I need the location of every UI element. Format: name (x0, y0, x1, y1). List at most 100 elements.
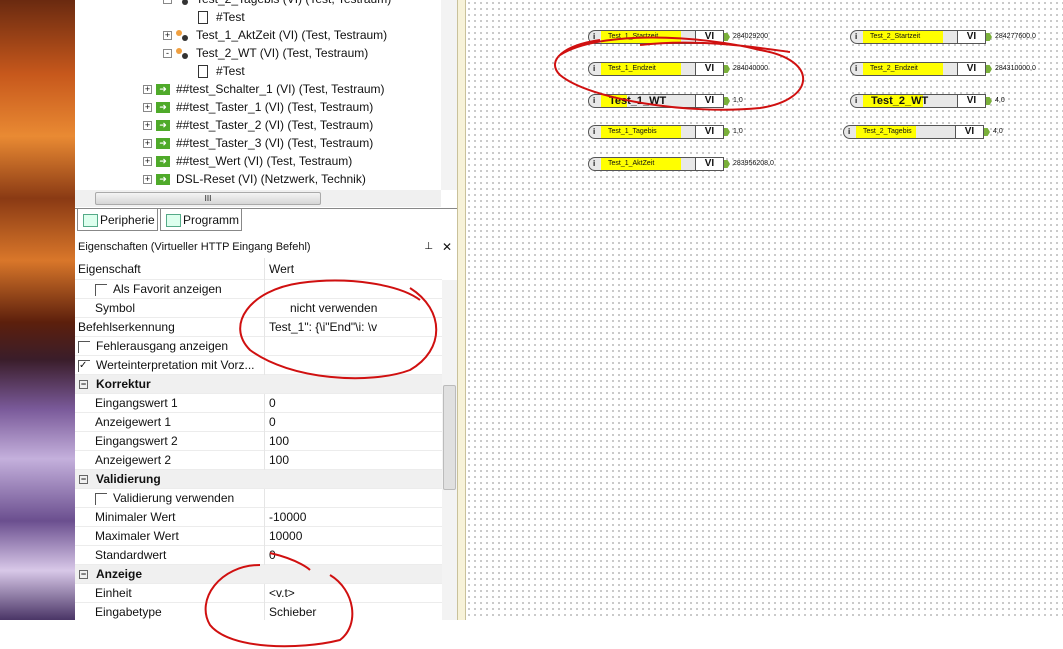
checkbox[interactable] (95, 492, 107, 505)
widget-body[interactable]: i Test_2_Startzeit VI (850, 30, 986, 44)
output-port-icon[interactable] (724, 65, 730, 73)
widget-body[interactable]: i Test_1_Startzeit VI (588, 30, 724, 44)
property-value[interactable]: 10000 (269, 527, 302, 546)
virtual-input-icon (176, 47, 190, 60)
tree-item-label: Test_1_AktZeit (VI) (Test, Testraum) (196, 28, 388, 42)
tree-item[interactable]: + ➜ DSL-Reset (VI) (Netzwerk, Technik) (143, 170, 366, 188)
panel-splitter[interactable] (457, 0, 466, 620)
tree-item[interactable]: + ➜ ##test_Taster_2 (VI) (Test, Testraum) (143, 116, 373, 134)
property-value[interactable]: -10000 (269, 508, 306, 527)
property-category[interactable]: − Validierung (75, 470, 442, 489)
http-input-icon: ➜ (156, 156, 170, 168)
property-category[interactable]: − Korrektur (75, 375, 442, 394)
widget-body[interactable]: i Test_2_Tagebis VI (843, 125, 984, 139)
close-icon[interactable]: ✕ (442, 238, 452, 256)
property-row[interactable]: Eingabetype Schieber (75, 603, 442, 620)
tree-item[interactable]: #Test (198, 62, 245, 80)
tree-item-label: Test_2_Tagebis (VI) (Test, Testraum) (196, 0, 391, 6)
property-row[interactable]: Symbol nicht verwenden (75, 299, 442, 318)
property-category[interactable]: − Anzeige (75, 565, 442, 584)
expand-icon[interactable]: + (143, 139, 152, 149)
collapse-icon[interactable]: - (163, 0, 172, 5)
collapse-icon[interactable]: - (163, 49, 172, 59)
column-wert: Wert (269, 262, 295, 276)
expand-icon[interactable]: + (143, 103, 152, 113)
property-value[interactable]: 0 (269, 546, 276, 565)
checkbox[interactable] (95, 283, 107, 296)
http-input-icon: ➜ (156, 138, 170, 150)
property-name: ✓ Werteinterpretation mit Vorz... (75, 356, 265, 375)
property-row[interactable]: Eingangswert 1 0 (75, 394, 442, 413)
collapse-icon[interactable]: − (79, 380, 88, 390)
checkbox[interactable] (78, 340, 90, 353)
widget-body[interactable]: i Test_1_Tagebis VI (588, 125, 724, 139)
tree-vertical-scrollbar[interactable] (441, 0, 457, 190)
left-panel: - Test_2_Tagebis (VI) (Test, Testraum) #Te… (75, 0, 457, 620)
property-value[interactable]: 100 (269, 451, 289, 470)
property-label: Einheit (95, 586, 132, 600)
property-row[interactable]: Eingangswert 2 100 (75, 432, 442, 451)
property-value[interactable]: 0 (269, 394, 276, 413)
properties-scrollbar[interactable] (442, 280, 457, 620)
property-row[interactable]: Anzeigewert 1 0 (75, 413, 442, 432)
property-value[interactable]: <v.t> (269, 584, 295, 603)
expand-icon[interactable]: + (163, 31, 172, 41)
output-port-icon[interactable] (984, 128, 990, 136)
tree-item[interactable]: - Test_2_Tagebis (VI) (Test, Testraum) (163, 0, 391, 8)
property-value[interactable]: 0 (269, 413, 276, 432)
scrollbar-thumb[interactable] (443, 385, 456, 490)
expand-icon[interactable]: + (143, 121, 152, 131)
widget-label: Test_2_Startzeit (870, 33, 921, 40)
tree-item-label: ##test_Wert (VI) (Test, Testraum) (176, 154, 353, 168)
widget-body[interactable]: i Test_1_Endzeit VI (588, 62, 724, 76)
tree-item[interactable]: + ➜ ##test_Schalter_1 (VI) (Test, Testraum… (143, 80, 385, 98)
property-row[interactable]: Standardwert 0 (75, 546, 442, 565)
output-port-icon[interactable] (724, 33, 730, 41)
output-port-icon[interactable] (986, 33, 992, 41)
widget-body[interactable]: i Test_1_AktZeit VI (588, 157, 724, 171)
property-label: Befehlserkennung (78, 320, 175, 334)
scrollbar-thumb[interactable]: III (95, 192, 321, 205)
property-row[interactable]: Minimaler Wert -10000 (75, 508, 442, 527)
collapse-icon[interactable]: − (79, 475, 88, 485)
pin-icon[interactable]: ⊥ (424, 238, 433, 256)
expand-icon[interactable]: + (143, 85, 152, 95)
property-row[interactable]: Fehlerausgang anzeigen (75, 337, 442, 356)
property-row[interactable]: Maximaler Wert 10000 (75, 527, 442, 546)
info-icon: i (593, 64, 596, 73)
output-port-icon[interactable] (986, 65, 992, 73)
tree-item[interactable]: - Test_2_WT (VI) (Test, Testraum) (163, 44, 368, 62)
output-port-icon[interactable] (724, 128, 730, 136)
collapse-icon[interactable]: − (79, 570, 88, 580)
property-value[interactable]: Schieber (269, 603, 316, 620)
tree-item[interactable]: + Test_1_AktZeit (VI) (Test, Testraum) (163, 26, 387, 44)
property-row[interactable]: Validierung verwenden (75, 489, 442, 508)
tab-peripherie[interactable]: Peripherie (77, 209, 158, 231)
widget-body[interactable]: i Test_2_Endzeit VI (850, 62, 986, 76)
tree-item[interactable]: + ➜ ##test_Taster_1 (VI) (Test, Testraum) (143, 98, 373, 116)
output-port-icon[interactable] (724, 97, 730, 105)
tree-item[interactable]: + ➜ ##test_Taster_3 (VI) (Test, Testraum) (143, 134, 373, 152)
property-value[interactable]: nicht verwenden (290, 299, 377, 318)
widget-body[interactable]: i Test_1_WT VI (588, 94, 724, 108)
checkbox[interactable]: ✓ (78, 359, 90, 372)
tree-item[interactable]: #Test (198, 8, 245, 26)
property-row[interactable]: Anzeigewert 2 100 (75, 451, 442, 470)
logic-canvas[interactable]: i Test_1_Startzeit VI 284029200 i Test_1… (466, 0, 1063, 620)
tree-horizontal-scrollbar[interactable]: III (75, 190, 441, 207)
widget-label: Test_2_WT (871, 95, 929, 107)
property-row[interactable]: Als Favorit anzeigen (75, 280, 442, 299)
property-row[interactable]: Einheit <v.t> (75, 584, 442, 603)
property-value[interactable]: Test_1": {\i"End"\i: \v (269, 318, 377, 337)
property-row[interactable]: ✓ Werteinterpretation mit Vorz... (75, 356, 442, 375)
property-row[interactable]: Befehlserkennung Test_1": {\i"End"\i: \v (75, 318, 442, 337)
tab-programm[interactable]: Programm (160, 209, 242, 231)
expand-icon[interactable]: + (143, 175, 152, 185)
expand-icon[interactable]: + (143, 157, 152, 167)
widget-body[interactable]: i Test_2_WT VI (850, 94, 986, 108)
tree-item[interactable]: + ➜ ##test_Wert (VI) (Test, Testraum) (143, 152, 352, 170)
property-value[interactable]: 100 (269, 432, 289, 451)
output-port-icon[interactable] (986, 97, 992, 105)
property-label: Minimaler Wert (95, 510, 176, 524)
output-port-icon[interactable] (724, 160, 730, 168)
